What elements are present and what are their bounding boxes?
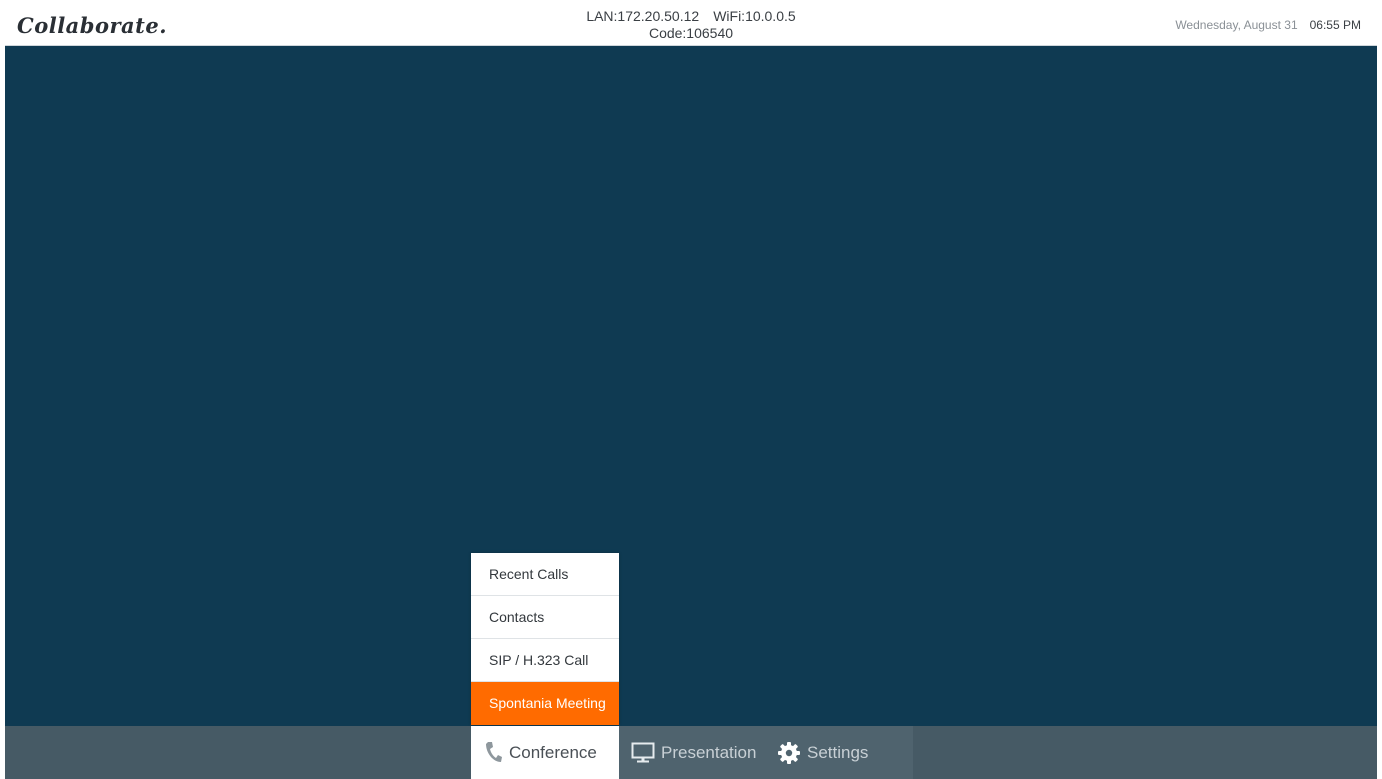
wifi-address: WiFi:10.0.0.5 <box>713 8 796 24</box>
current-date: Wednesday, August 31 <box>1175 18 1298 32</box>
tab-settings[interactable]: Settings <box>765 726 913 779</box>
conference-menu: Recent Calls Contacts SIP / H.323 Call S… <box>471 553 619 725</box>
menu-item-recent-calls[interactable]: Recent Calls <box>471 553 619 596</box>
lan-address: LAN:172.20.50.12 <box>586 8 700 24</box>
meeting-code: Code:106540 <box>648 25 734 41</box>
top-bar: Collaborate. LAN:172.20.50.12 WiFi:10.0.0… <box>5 5 1377 46</box>
app-window: Collaborate. LAN:172.20.50.12 WiFi:10.0.0… <box>5 5 1377 779</box>
bottom-nav-bar: Conference Presentation Settings <box>5 726 1377 779</box>
menu-item-sip-h323-call[interactable]: SIP / H.323 Call <box>471 639 619 682</box>
current-time: 06:55 PM <box>1309 18 1361 32</box>
menu-item-contacts[interactable]: Contacts <box>471 596 619 639</box>
menu-item-spontania-meeting[interactable]: Spontania Meeting <box>471 682 619 725</box>
tab-presentation[interactable]: Presentation <box>619 726 765 779</box>
tab-conference[interactable]: Conference <box>471 726 619 779</box>
monitor-icon <box>631 742 655 764</box>
tab-conference-label: Conference <box>509 742 597 762</box>
tab-presentation-label: Presentation <box>661 742 757 762</box>
date-time: Wednesday, August 31 06:55 PM <box>1175 18 1361 32</box>
gear-icon <box>777 741 801 765</box>
tab-settings-label: Settings <box>807 742 869 762</box>
network-info: LAN:172.20.50.12 WiFi:10.0.0.5 Code:10654… <box>5 8 1377 42</box>
phone-icon <box>483 741 503 765</box>
